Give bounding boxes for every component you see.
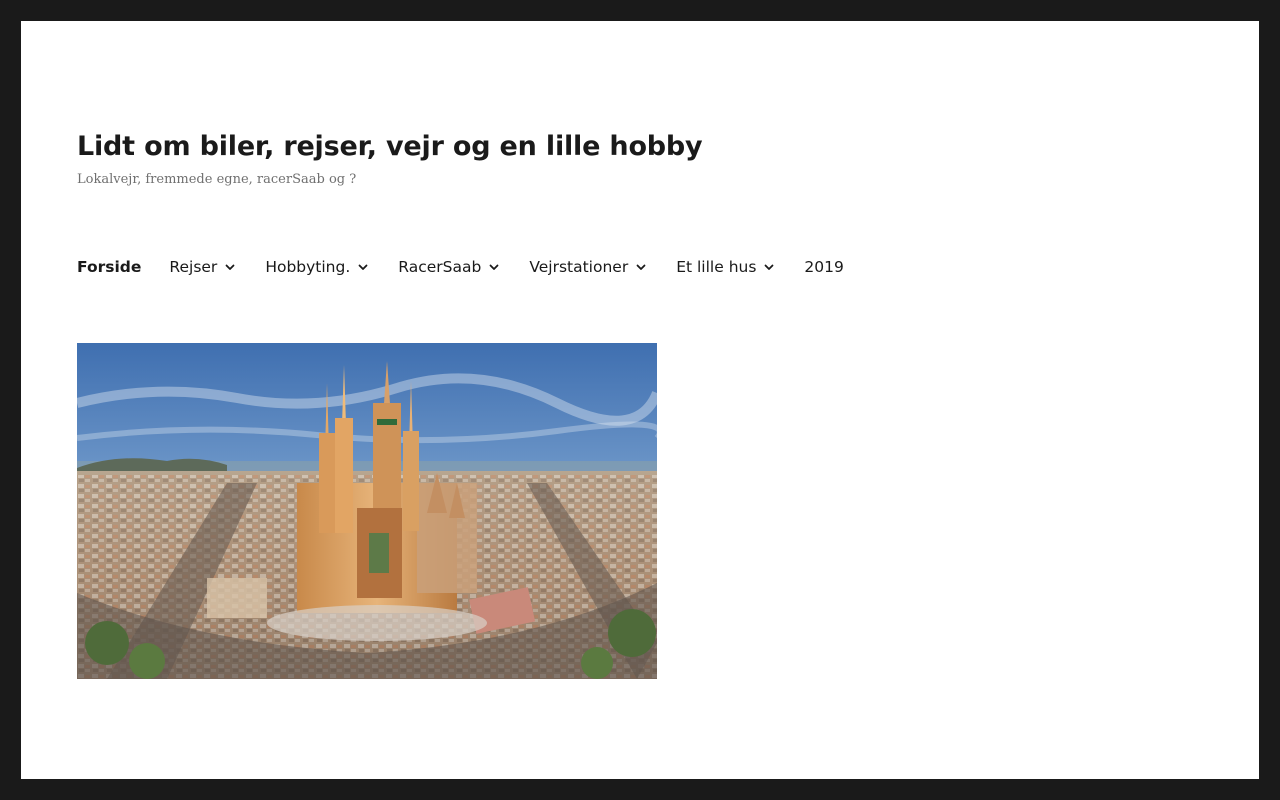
chevron-down-icon[interactable] [634,260,648,274]
nav-item-rejser[interactable]: Rejser [169,258,237,276]
nav-item-label: Rejser [169,258,218,276]
nav-item-label: Et lille hus [676,258,757,276]
main-navigation: Forside Rejser Hobbyting. RacerSaab Vejr… [77,255,872,279]
nav-item-racersaab[interactable]: RacerSaab [398,258,501,276]
cathedral-aerial-photo [77,343,657,679]
nav-item-label: Vejrstationer [529,258,629,276]
chevron-down-icon[interactable] [762,260,776,274]
nav-item-label: Forside [77,258,142,276]
featured-image[interactable] [77,343,657,679]
page-container: Lidt om biler, rejser, vejr og en lille … [21,21,1259,779]
nav-item-label: RacerSaab [398,258,482,276]
nav-item-hobbyting[interactable]: Hobbyting. [265,258,370,276]
nav-item-forside[interactable]: Forside [77,258,141,276]
nav-item-2019[interactable]: 2019 [804,258,843,276]
site-description: Lokalvejr, fremmede egne, racerSaab og ? [77,172,357,187]
chevron-down-icon[interactable] [356,260,370,274]
chevron-down-icon[interactable] [223,260,237,274]
chevron-down-icon[interactable] [487,260,501,274]
nav-item-label: 2019 [804,258,844,276]
nav-item-vejrstationer[interactable]: Vejrstationer [529,258,648,276]
nav-item-label: Hobbyting. [265,258,351,276]
site-title[interactable]: Lidt om biler, rejser, vejr og en lille … [77,131,703,162]
nav-item-et-lille-hus[interactable]: Et lille hus [676,258,776,276]
